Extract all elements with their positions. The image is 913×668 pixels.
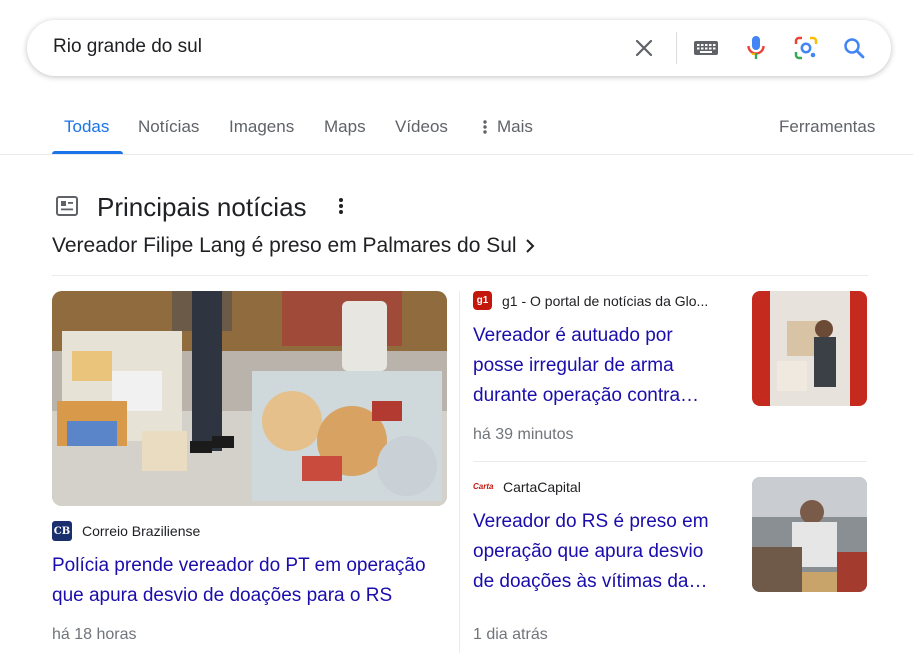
microphone-icon[interactable]: [742, 34, 770, 62]
tools-button[interactable]: Ferramentas: [779, 117, 875, 137]
more-options-icon[interactable]: [338, 196, 344, 221]
correio-logo: CB: [52, 521, 72, 541]
active-tab-indicator: [52, 151, 123, 154]
tab-maps[interactable]: Maps: [324, 117, 366, 137]
clear-icon[interactable]: [630, 34, 658, 62]
column-divider: [459, 291, 460, 653]
story-time: 1 dia atrás: [473, 626, 548, 643]
tab-mais[interactable]: Mais: [482, 117, 533, 137]
source-name: CartaCapital: [503, 478, 581, 495]
g1-logo: g1: [473, 291, 492, 310]
more-vert-icon: [483, 120, 487, 134]
headline-line: Vereador é autuado por: [473, 325, 673, 346]
source-g1[interactable]: g1 g1 - O portal de notícias da Glo...: [473, 291, 708, 310]
keyboard-icon[interactable]: [692, 34, 720, 62]
story-time: há 39 minutos: [473, 426, 574, 443]
tab-imagens[interactable]: Imagens: [229, 117, 294, 137]
divider: [52, 275, 868, 276]
tab-noticias[interactable]: Notícias: [138, 117, 199, 137]
story-headline[interactable]: Vereador do RS é preso em operação que a…: [473, 507, 743, 597]
lens-icon[interactable]: [792, 34, 820, 62]
chevron-right-icon: [525, 239, 535, 253]
source-name: g1 - O portal de notícias da Glo...: [502, 292, 709, 309]
headline-line: durante operação contra…: [473, 385, 700, 406]
source-cartacapital[interactable]: Carta CartaCapital: [473, 477, 581, 496]
search-bar[interactable]: Rio grande do sul: [27, 20, 891, 76]
headline-line: posse irregular de arma: [473, 355, 674, 376]
story-time: há 18 horas: [52, 626, 137, 643]
search-icon[interactable]: [840, 34, 868, 62]
top-stories-title: Principais notícias: [97, 192, 307, 222]
headline-line: Polícia prende vereador do PT em operaçã…: [52, 555, 426, 576]
full-coverage-label: Vereador Filipe Lang é preso em Palmares…: [52, 234, 517, 257]
search-divider: [676, 32, 677, 64]
story-thumbnail[interactable]: [752, 291, 867, 406]
tab-videos[interactable]: Vídeos: [395, 117, 448, 137]
headline-line: operação que apura desvio: [473, 541, 704, 562]
full-coverage-link[interactable]: Vereador Filipe Lang é preso em Palmares…: [52, 234, 535, 258]
tab-mais-label: Mais: [497, 117, 533, 136]
headline-line: de doações às vítimas da…: [473, 571, 708, 592]
story-thumbnail[interactable]: [752, 477, 867, 592]
headline-line: que apura desvio de doações para o RS: [52, 585, 393, 606]
source-name: Correio Braziliense: [82, 523, 201, 539]
search-tabs: Todas Notícias Imagens Maps Vídeos Mais …: [0, 108, 913, 155]
story-headline[interactable]: Vereador é autuado por posse irregular d…: [473, 321, 743, 411]
headline-line: Vereador do RS é preso em: [473, 511, 709, 532]
tab-todas[interactable]: Todas: [64, 117, 109, 137]
search-input[interactable]: Rio grande do sul: [53, 36, 202, 58]
main-story-image[interactable]: [52, 291, 447, 506]
source-correio[interactable]: CB Correio Braziliense: [52, 521, 200, 541]
divider: [473, 461, 867, 462]
newspaper-icon: [56, 196, 78, 221]
main-story-headline[interactable]: Polícia prende vereador do PT em operaçã…: [52, 551, 452, 611]
cartacapital-logo: Carta: [473, 482, 494, 491]
